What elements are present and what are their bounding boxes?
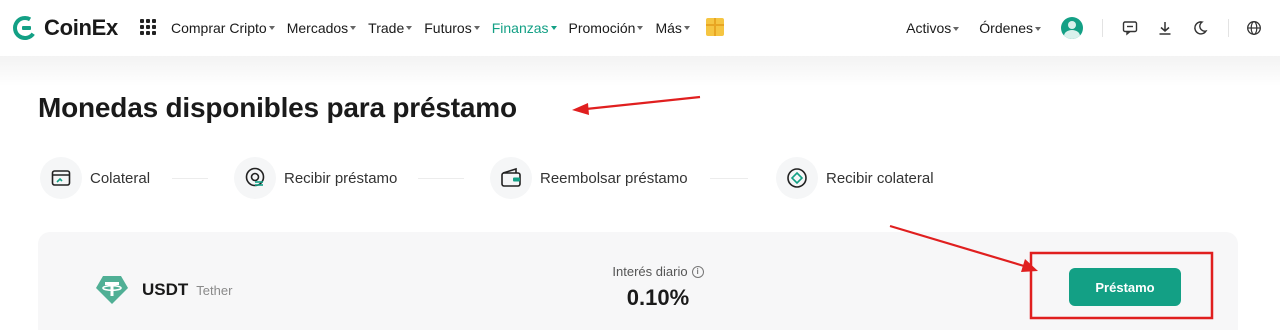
nav-label: Comprar Cripto [171,19,267,36]
step-receive-loan: Recibir préstamo [234,156,397,200]
nav-item-mercados[interactable]: Mercados [286,19,357,36]
step-repay-loan: Reembolsar préstamo [490,156,688,200]
step-collateral: Colateral [40,156,150,200]
annotation-arrow-title [585,95,701,111]
coin-symbol: USDT [142,280,189,299]
apps-grid-icon[interactable] [140,19,156,35]
step-receive-collateral: Recibir colateral [776,156,934,200]
globe-icon[interactable] [1245,19,1263,37]
caret-down-icon [350,26,357,30]
message-icon[interactable] [1121,19,1139,37]
step-label: Reembolsar préstamo [540,169,688,187]
step-connector [172,178,208,179]
nav-item-comprar-cripto[interactable]: Comprar Cripto [171,20,275,36]
loan-coin-card: USDT Tether Interés diario i 0.10% Prést… [38,232,1238,330]
rate-value: 0.10% [626,285,690,310]
caret-down-icon [683,26,690,30]
step-connector [418,178,464,179]
nav-label: Mercados [286,19,349,36]
nav-label: Promoción [568,19,636,36]
annotation-arrowhead [572,103,589,115]
gift-icon[interactable] [705,18,724,36]
nav-item-promocion[interactable]: Promoción [569,20,644,36]
nav-item-futuros[interactable]: Futuros [424,19,480,36]
wallet-icon [40,157,82,199]
moon-icon[interactable] [1191,19,1209,37]
caret-down-icon [550,26,557,30]
caret-down-icon [637,26,644,30]
nav-label: Futuros [424,19,472,36]
header-shadow [0,56,1280,86]
rate-label-row: Interés diario i [608,264,708,279]
daily-interest: Interés diario i 0.10% [608,264,708,311]
step-label: Recibir préstamo [284,169,398,187]
wallet-repay-icon [490,157,532,199]
caret-down-icon [268,26,275,30]
tether-icon [96,276,128,304]
divider [1102,19,1103,37]
nav-label: Finanzas [491,19,549,36]
assets-label: Activos [906,20,952,36]
caret-down-icon [953,26,960,31]
coin-receive-icon [234,157,276,199]
diamond-coin-icon [776,157,818,199]
step-connector [710,178,748,179]
info-icon[interactable]: i [691,265,704,278]
step-label: Colateral [90,169,151,187]
step-label: Recibir colateral [826,169,934,187]
right-nav: Activos Órdenes [906,0,1280,56]
coinex-logo-icon [13,16,37,40]
caret-down-icon [1035,26,1041,31]
nav-label: Trade [368,19,405,36]
coinex-logo[interactable]: CoinEx [12,15,118,41]
nav-item-mas[interactable]: Más [655,19,690,36]
brand-name: CoinEx [44,15,118,40]
user-avatar[interactable] [1061,17,1083,39]
top-navbar: CoinEx Comprar Cripto Mercados Trade Fut… [0,0,1280,56]
nav-label: Más [655,19,682,36]
caret-down-icon [473,26,480,30]
nav-item-trade[interactable]: Trade [368,19,413,36]
main-nav: Comprar Cripto Mercados Trade Futuros Fi… [171,18,724,36]
download-icon[interactable] [1156,19,1174,37]
coin-name: Tether [196,282,233,298]
divider [1228,19,1229,37]
coin-info: USDT Tether [94,272,232,308]
loan-steps: Colateral Recibir préstamo Reembolsar pr… [38,156,948,200]
orders-menu[interactable]: Órdenes [979,20,1041,36]
orders-label: Órdenes [979,20,1033,36]
loan-button[interactable]: Préstamo [1069,268,1181,306]
caret-down-icon [406,26,413,30]
page-title: Monedas disponibles para préstamo [38,92,517,123]
assets-menu[interactable]: Activos [906,20,960,36]
nav-item-finanzas[interactable]: Finanzas [492,20,557,36]
rate-label: Interés diario [612,264,688,279]
